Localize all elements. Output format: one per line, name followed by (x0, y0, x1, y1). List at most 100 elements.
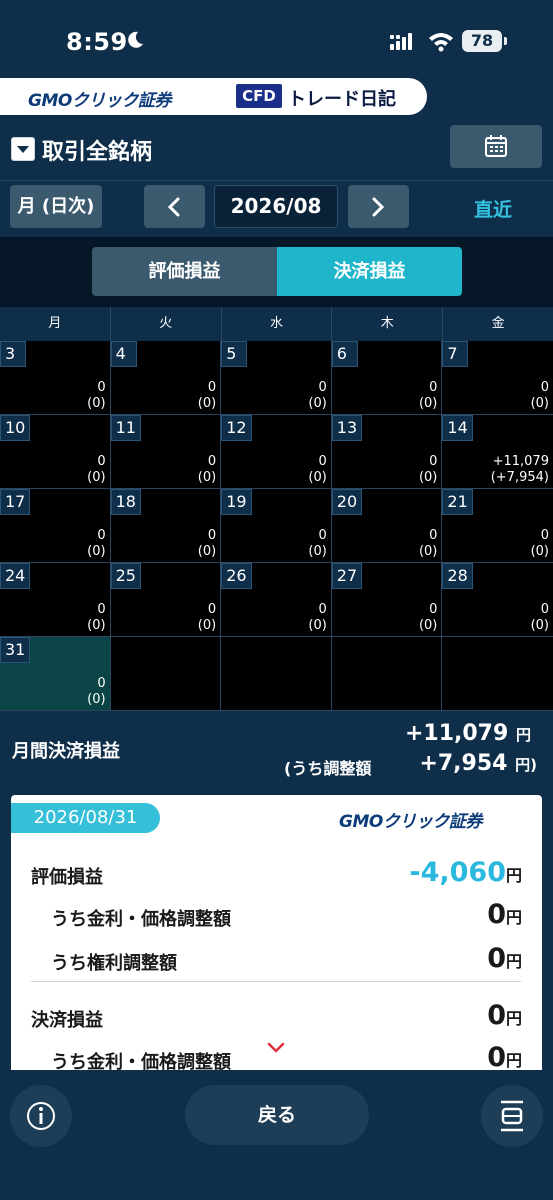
cellular-signal-icon (390, 33, 412, 50)
calendar-day-cell[interactable]: 13 0 (0) (331, 415, 443, 489)
chevron-right-icon (372, 197, 385, 217)
unrealized-interest-label: うち金利・価格調整額 (51, 909, 231, 930)
monthly-adjust-label: (うち調整額 (284, 759, 372, 778)
unit: 円 (505, 866, 522, 885)
calendar-day-cell[interactable]: 18 0 (0) (110, 489, 222, 563)
calendar-day-cell[interactable]: 26 0 (0) (221, 563, 332, 637)
day-pl: 0 (429, 528, 438, 543)
monthly-adjust-unit: 円) (515, 756, 537, 774)
unit: 円 (505, 952, 522, 971)
chevron-down-icon[interactable] (267, 1042, 285, 1054)
unrealized-pl: -4,060円 (409, 857, 522, 888)
scroll-toggle-button[interactable] (481, 1085, 543, 1147)
calendar-day-cell[interactable]: 19 0 (0) (221, 489, 332, 563)
day-number: 14 (442, 415, 473, 441)
day-pl: 0 (97, 676, 106, 691)
day-pl: 0 (207, 528, 217, 543)
view-mode-button[interactable]: 月 (日次) (10, 185, 102, 228)
unrealized-rights-value: 0 (487, 943, 506, 974)
symbol-filter-row: 取引全銘柄 (0, 125, 553, 173)
calendar-day-cell[interactable]: 20 0 (0) (331, 489, 443, 563)
day-number: 18 (110, 489, 141, 515)
day-pl: 0 (318, 602, 327, 617)
calendar-day-cell[interactable]: 10 0 (0) (0, 415, 111, 489)
weekday-fri: 金 (491, 316, 505, 331)
unrealized-pl-row: 評価損益 -4,060円 (11, 857, 542, 891)
calendar-day-cell[interactable]: 12 0 (0) (221, 415, 332, 489)
realized-pl-row: 決済損益 0円 (11, 1000, 542, 1034)
unrealized-rights-label: うち権利調整額 (51, 953, 177, 974)
gmo-logo-small: GMOクリック証券 (339, 812, 482, 832)
recent-link[interactable]: 直近 (474, 195, 512, 222)
calendar-button[interactable] (450, 125, 542, 168)
day-pl: 0 (318, 454, 327, 469)
day-pl: 0 (540, 528, 549, 543)
day-adjustment: (+7,954) (490, 470, 549, 485)
calendar-day-cell[interactable]: 21 0 (0) (442, 489, 553, 563)
weekday-thu: 木 (332, 307, 444, 341)
month-navigation: 月 (日次) 2026/08 直近 (0, 180, 553, 230)
day-adjustment: (0) (87, 396, 106, 411)
calendar-day-cell[interactable]: 7 0 (0) (442, 341, 553, 415)
calendar-day-cell[interactable]: 24 0 (0) (0, 563, 111, 637)
back-button[interactable]: 戻る (185, 1085, 369, 1145)
calendar-day-cell[interactable]: 27 0 (0) (331, 563, 443, 637)
calendar-icon (485, 135, 507, 157)
day-adjustment: (0) (530, 544, 549, 559)
calendar-day-cell[interactable]: 4 0 (0) (110, 341, 222, 415)
calendar-grid: 3 0 (0) 4 0 (0) 5 0 (0) 6 0 (0) 7 0 (0) 10 0 (0) 11 0… (0, 341, 553, 711)
calendar-day-cell[interactable]: 11 0 (0) (110, 415, 222, 489)
monthly-total: +11,079 円 (405, 721, 531, 746)
day-pl: 0 (318, 380, 327, 395)
day-adjustment: (0) (530, 396, 549, 411)
calendar-weekday-header: 月 火 水 木 金 (0, 307, 553, 341)
calendar-empty-cell (331, 637, 443, 711)
day-pl: 0 (207, 454, 217, 469)
day-pl: 0 (318, 528, 327, 543)
prev-month-button[interactable] (144, 185, 205, 228)
status-bar: 8:59 78 (0, 0, 553, 78)
calendar-day-cell[interactable]: 3 0 (0) (0, 341, 111, 415)
daily-detail-card: 2026/08/31 GMOクリック証券 評価損益 -4,060円 うち金利・価… (11, 795, 542, 1077)
day-adjustment: (0) (530, 618, 549, 633)
unrealized-interest: 0円 (487, 899, 522, 930)
day-number: 3 (0, 341, 26, 367)
gmo-logo: GMOクリック証券 (28, 91, 171, 111)
app-title: トレード日記 (288, 89, 396, 110)
calendar-day-cell[interactable]: 17 0 (0) (0, 489, 111, 563)
calendar-day-cell[interactable]: 6 0 (0) (331, 341, 443, 415)
battery-tip (504, 37, 507, 45)
day-number: 28 (442, 563, 473, 589)
unrealized-interest-row: うち金利・価格調整額 0円 (11, 899, 542, 933)
brand-banner: GMOクリック証券 CFD トレード日記 (0, 78, 427, 115)
day-number: 20 (331, 489, 363, 515)
detail-date: 2026/08/31 (11, 803, 160, 833)
calendar-day-cell[interactable]: 28 0 (0) (442, 563, 553, 637)
day-adjustment: (0) (308, 470, 327, 485)
day-adjustment: (0) (197, 470, 217, 485)
info-button[interactable] (10, 1085, 72, 1147)
top-bottom-icon (501, 1100, 523, 1132)
unit: 円 (505, 1009, 522, 1028)
monthly-adjust: +7,954 円) (419, 751, 537, 776)
unit: 円 (505, 1051, 522, 1070)
moon-icon (128, 31, 143, 48)
symbol-filter-label[interactable]: 取引全銘柄 (42, 134, 152, 166)
day-adjustment: (0) (197, 544, 217, 559)
day-number: 27 (331, 563, 363, 589)
tab-unrealized-pl[interactable]: 評価損益 (92, 247, 277, 296)
calendar-day-cell[interactable]: 5 0 (0) (221, 341, 332, 415)
day-pl: 0 (97, 602, 106, 617)
next-month-button[interactable] (348, 185, 409, 228)
day-number: 13 (331, 415, 363, 441)
calendar-day-cell[interactable]: 25 0 (0) (110, 563, 222, 637)
calendar-day-cell-selected[interactable]: 31 0 (0) (0, 637, 111, 711)
day-number: 12 (221, 415, 252, 441)
day-adjustment: (0) (418, 618, 438, 633)
calendar-day-cell[interactable]: 14 +11,079 (+7,954) (442, 415, 553, 489)
calendar-empty-cell (110, 637, 222, 711)
day-number: 11 (110, 415, 141, 441)
dropdown-arrow-icon[interactable] (11, 137, 35, 161)
weekday-wed: 水 (222, 307, 333, 341)
tab-realized-pl[interactable]: 決済損益 (277, 247, 462, 296)
